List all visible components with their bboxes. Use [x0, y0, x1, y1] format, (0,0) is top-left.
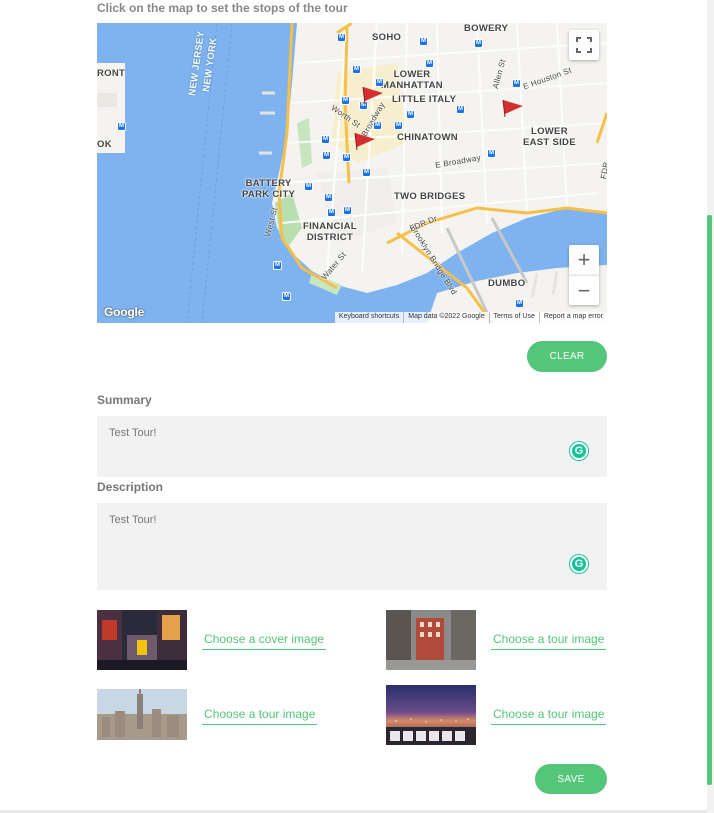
map-label-dumbo: DUMBO [488, 278, 526, 289]
fullscreen-icon [576, 37, 592, 53]
choose-tour-image-link-3[interactable]: Choose a tour image [491, 707, 607, 725]
tour-image-thumbnail-2 [97, 689, 187, 740]
map-label-bowery: BOWERY [464, 23, 509, 34]
metro-icon: M [321, 135, 330, 144]
metro-icon: M [337, 33, 346, 42]
stop-flag-icon[interactable] [353, 131, 377, 151]
stop-flag-icon[interactable] [501, 98, 525, 118]
zoom-in-button[interactable]: + [569, 245, 599, 275]
map-label-fdr-vertical: FDR [598, 161, 607, 180]
save-button[interactable]: SAVE [535, 764, 607, 794]
terms-of-use-link[interactable]: Terms of Use [488, 312, 539, 323]
metro-icon: M [352, 65, 361, 74]
map-label-lower-manhattan: LOWER MANHATTAN [381, 69, 443, 91]
choose-cover-image-link[interactable]: Choose a cover image [202, 632, 327, 650]
tour-image-thumbnail-3 [386, 685, 476, 745]
map-label-front: RONT [97, 68, 126, 79]
metro-icon: M [341, 96, 350, 105]
map-title: Click on the map to set the stops of the… [97, 1, 348, 15]
map-label-little-italy: LITTLE ITALY [392, 94, 457, 105]
metro-icon: M [425, 59, 434, 68]
map-label-financial-district: FINANCIAL DISTRICT [303, 221, 357, 243]
metro-icon: M [282, 292, 291, 301]
metro-icon: M [327, 208, 336, 217]
summary-textarea[interactable]: Test Tour! [97, 416, 607, 477]
grammarly-icon[interactable]: G [570, 555, 588, 573]
metro-icon: M [322, 151, 331, 160]
metro-icon: M [474, 39, 483, 48]
map-label-two-bridges: TWO BRIDGES [394, 191, 466, 202]
choose-tour-image-link-1[interactable]: Choose a tour image [491, 632, 607, 650]
tour-image-thumbnail-1 [386, 610, 476, 670]
metro-icon: M [342, 153, 351, 162]
metro-icon: M [406, 110, 415, 119]
metro-icon: M [456, 105, 465, 114]
map-data-text: Map data ©2022 Google [403, 312, 488, 323]
scrollbar-thumb[interactable] [707, 215, 712, 785]
metro-icon: M [487, 149, 496, 158]
fullscreen-button[interactable] [569, 30, 599, 60]
map-label-battery-park-city: BATTERY PARK CITY [242, 178, 296, 200]
metro-icon: M [362, 168, 371, 177]
google-logo: Google [104, 305, 145, 319]
map-label-lower-east-side: LOWER EAST SIDE [523, 126, 576, 148]
metro-icon: M [324, 193, 333, 202]
metro-icon: M [373, 121, 382, 130]
metro-icon: M [304, 182, 313, 191]
grammarly-icon[interactable]: G [570, 442, 588, 460]
report-map-error-link[interactable]: Report a map error [538, 312, 607, 323]
map-label-chinatown: CHINATOWN [397, 132, 458, 143]
description-textarea[interactable]: Test Tour! [97, 503, 607, 590]
map-label-soho: SOHO [372, 32, 402, 43]
metro-icon: M [515, 299, 524, 308]
metro-icon: M [419, 37, 428, 46]
map-label-ok: OK [97, 139, 112, 150]
metro-icon: M [273, 261, 282, 270]
summary-label: Summary [97, 393, 152, 407]
description-label: Description [97, 480, 164, 494]
keyboard-shortcuts-link[interactable]: Keyboard shortcuts [335, 312, 403, 323]
metro-icon: M [394, 121, 403, 130]
metro-icon: M [117, 122, 126, 131]
choose-tour-image-link-2[interactable]: Choose a tour image [202, 707, 318, 725]
map-attribution: Keyboard shortcuts Map data ©2022 Google… [334, 312, 607, 323]
tour-map[interactable]: SOHO BOWERY LOWER MANHATTAN LITTLE ITALY… [97, 23, 607, 323]
metro-icon: M [512, 79, 521, 88]
stop-flag-icon[interactable] [361, 85, 385, 105]
clear-button[interactable]: CLEAR [527, 341, 607, 372]
metro-icon: M [343, 206, 352, 215]
zoom-out-button[interactable]: − [569, 275, 599, 305]
cover-image-thumbnail [97, 610, 187, 670]
